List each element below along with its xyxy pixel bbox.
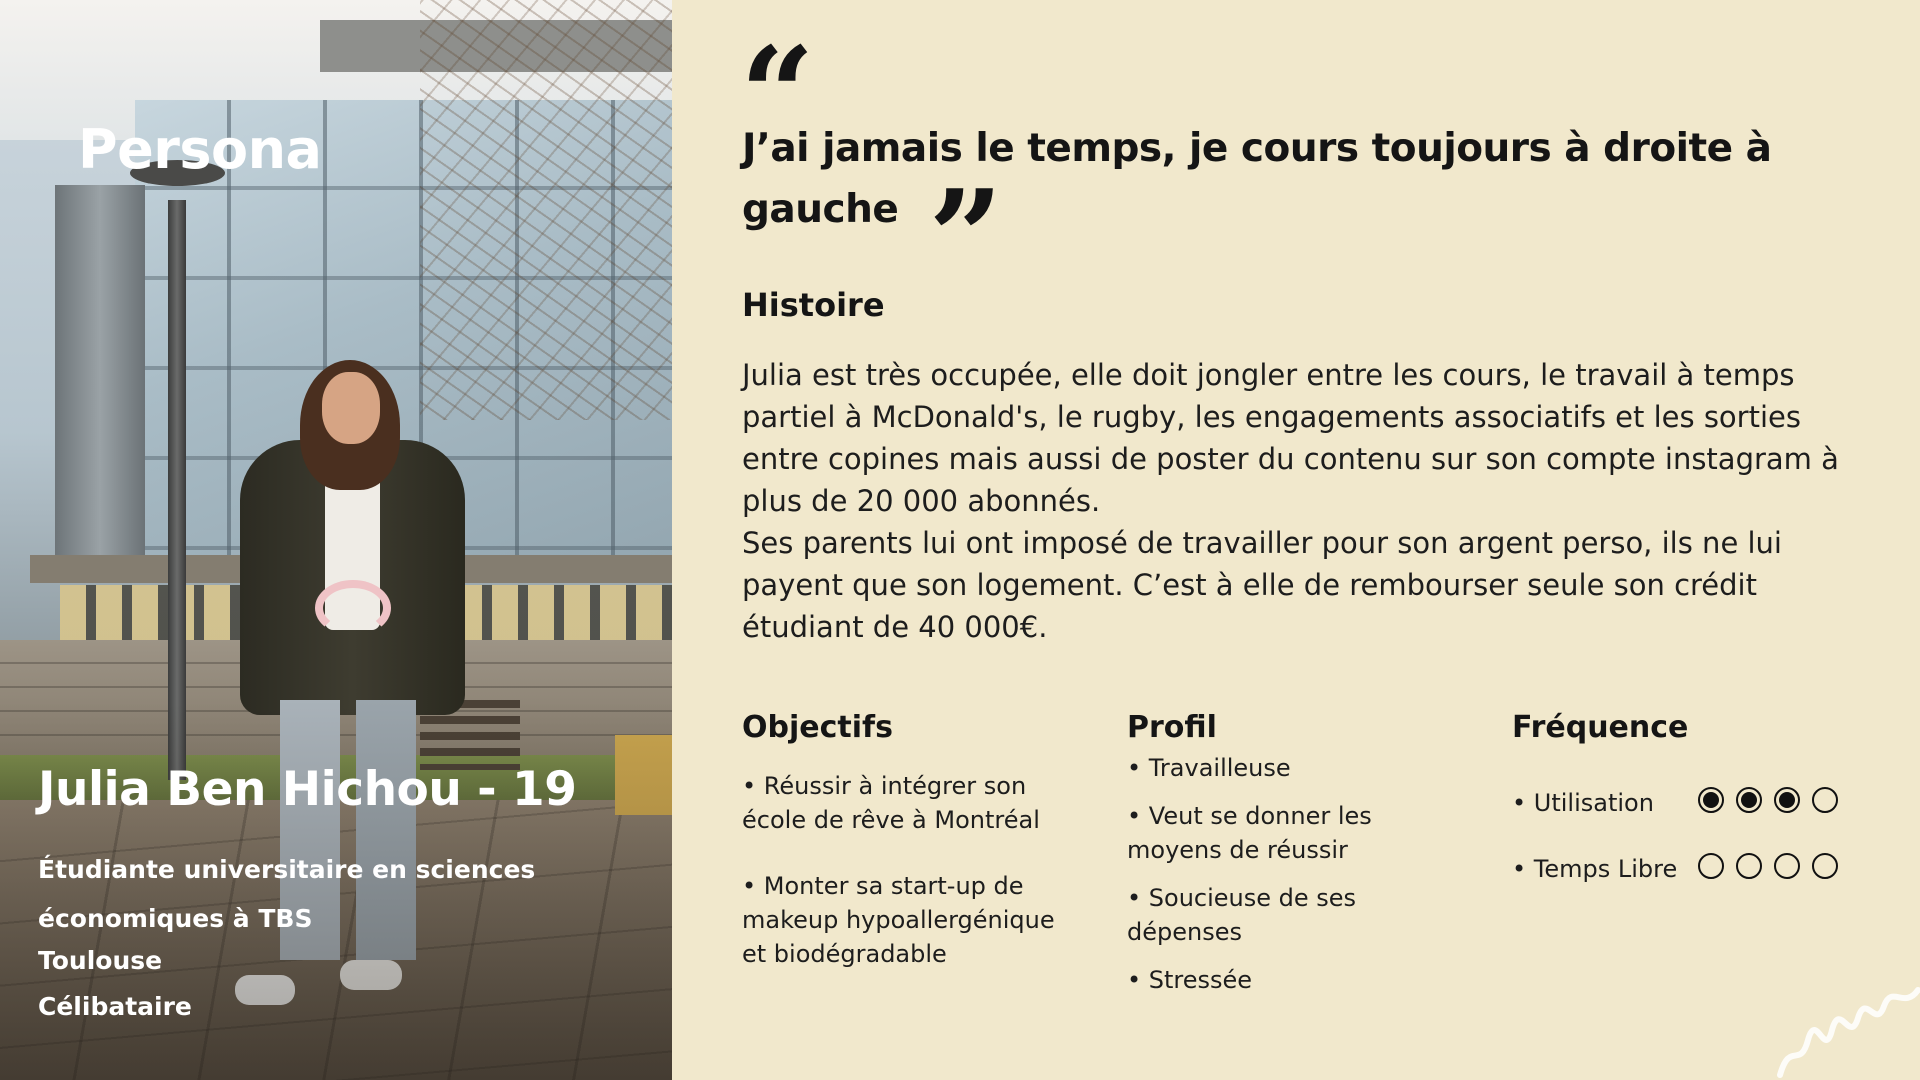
frequency-dots	[1698, 787, 1838, 813]
quote-open-icon: “	[740, 30, 815, 110]
persona-status: Célibataire	[38, 992, 192, 1021]
objectives-heading: Objectifs	[742, 710, 893, 745]
history-heading: Histoire	[742, 286, 885, 324]
headphones-icon	[315, 580, 391, 636]
frequency-dots	[1698, 853, 1838, 879]
quote-text: J’ai jamais le temps, je cours toujours …	[742, 126, 1772, 232]
rating-dot-empty	[1736, 853, 1762, 879]
persona-name: Julia Ben Hichou - 19	[38, 762, 577, 817]
frequency-row-temps-libre: • Temps Libre	[1512, 853, 1892, 893]
rating-dot-filled	[1698, 787, 1724, 813]
quote-close-icon: ”	[928, 179, 1002, 235]
persona-title: Persona	[78, 118, 322, 181]
profile-item: • Travailleuse	[1127, 754, 1291, 782]
history-paragraph-1: Julia est très occupée, elle doit jongle…	[742, 358, 1839, 518]
rating-dot-filled	[1774, 787, 1800, 813]
persona-photo: Persona Julia Ben Hichou - 19 Étudiante …	[0, 0, 672, 1080]
rating-dot-empty	[1774, 853, 1800, 879]
frequency-label: • Utilisation	[1512, 789, 1654, 817]
rating-dot-filled	[1736, 787, 1762, 813]
rating-dot-empty	[1698, 853, 1724, 879]
rating-dot-empty	[1812, 853, 1838, 879]
quote-block: J’ai jamais le temps, je cours toujours …	[742, 118, 1842, 240]
profile-heading: Profil	[1127, 710, 1217, 745]
profile-item: • Veut se donner les moyens de réussir	[1127, 802, 1372, 864]
person-face	[322, 372, 380, 444]
persona-subtitle: Étudiante universitaire en sciences écon…	[38, 855, 536, 933]
frequency-row-utilisation: • Utilisation	[1512, 787, 1892, 827]
profile-item: • Soucieuse de ses dépenses	[1127, 884, 1357, 946]
history-paragraph-2: Ses parents lui ont imposé de travailler…	[742, 526, 1782, 644]
photo-pillar-wall	[55, 185, 145, 565]
rating-dot-empty	[1812, 787, 1838, 813]
objective-item: • Réussir à intégrer son école de rêve à…	[742, 772, 1040, 834]
objectives-section: Objectifs • Réussir à intégrer son école…	[742, 710, 1102, 971]
frequency-label: • Temps Libre	[1512, 855, 1678, 883]
photo-tree-branches	[420, 0, 672, 420]
persona-city: Toulouse	[38, 946, 163, 975]
photo-lamp-post	[168, 200, 186, 780]
profile-item: • Stressée	[1127, 966, 1253, 994]
squiggle-decoration-icon	[1777, 987, 1920, 1078]
profile-section: Profil • Travailleuse • Veut se donner l…	[1127, 710, 1487, 997]
frequency-heading: Fréquence	[1512, 710, 1689, 745]
history-text: Julia est très occupée, elle doit jongle…	[742, 354, 1882, 648]
objective-item: • Monter sa start-up de makeup hypoaller…	[742, 872, 1055, 968]
